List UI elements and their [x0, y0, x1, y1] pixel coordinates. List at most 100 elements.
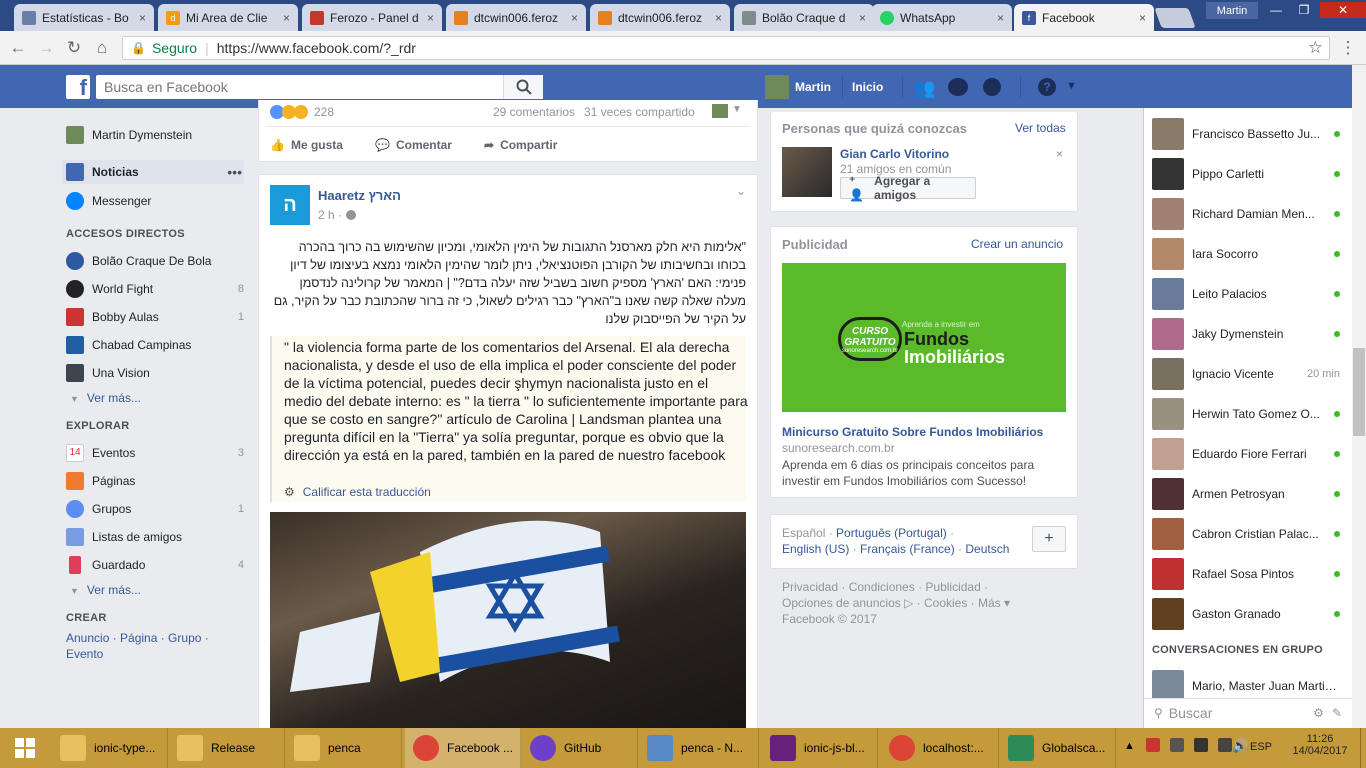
ad-banner-image[interactable]: Aprenda a investir em CURSO GRATUITO sun… — [782, 263, 1066, 412]
facebook-logo-icon[interactable]: f — [66, 75, 90, 99]
chat-contact[interactable]: Cabron Cristian Palac... — [1152, 518, 1340, 550]
close-icon[interactable]: × — [1139, 11, 1146, 25]
browser-profile-name[interactable]: Martin — [1206, 2, 1258, 19]
chevron-down-icon[interactable]: ▼ — [732, 104, 742, 115]
create-ad-link[interactable]: Crear un anuncio — [971, 237, 1063, 251]
browser-tab[interactable]: dtcwin006.feroz × — [446, 4, 586, 31]
comment-button[interactable]: 💬 Comentar — [375, 138, 452, 152]
notifications-globe-icon[interactable] — [983, 78, 1001, 96]
sidebar-shortcut[interactable]: Bobby Aulas 1 — [66, 308, 244, 326]
wifi-icon[interactable] — [1218, 738, 1232, 752]
chat-contact[interactable]: Rafael Sosa Pintos — [1152, 558, 1340, 590]
minimize-icon[interactable]: — — [1262, 2, 1290, 18]
reactions-summary[interactable]: 228 — [270, 105, 334, 119]
taskbar-item[interactable]: GitHub — [522, 728, 638, 768]
browser-tab[interactable]: Estatísticas - Bo × — [14, 4, 154, 31]
sidebar-item-news[interactable]: Noticias ••• — [62, 160, 244, 184]
close-icon[interactable]: × — [283, 11, 290, 25]
chat-contact[interactable]: Eduardo Fiore Ferrari — [1152, 438, 1340, 470]
close-icon[interactable]: × — [427, 11, 434, 25]
haaretz-logo-icon[interactable]: ה — [270, 185, 310, 225]
footer-links[interactable]: Opciones de anuncios ▷ · Cookies · Más ▾ — [782, 596, 1010, 610]
chat-contact[interactable]: Gaston Granado — [1152, 598, 1340, 630]
clock[interactable]: 11:26 14/04/2017 — [1290, 733, 1350, 757]
footer-links[interactable]: Privacidad · Condiciones · Publicidad · — [782, 580, 988, 594]
volume-icon[interactable]: 🔊 — [1232, 738, 1248, 754]
help-icon[interactable]: ? — [1038, 78, 1056, 96]
more-options-icon[interactable]: ••• — [227, 164, 242, 180]
close-icon[interactable]: × — [139, 11, 146, 25]
friend-requests-icon[interactable]: 👥 — [913, 78, 935, 99]
taskbar-item[interactable]: Release — [169, 728, 285, 768]
compose-icon[interactable]: ✎ — [1332, 706, 1342, 720]
language-link[interactable]: English (US) — [782, 542, 849, 556]
chat-contact[interactable]: Richard Damian Men... — [1152, 198, 1340, 230]
battery-icon[interactable] — [1194, 738, 1208, 752]
taskbar-item[interactable]: ionic-js-bl... — [762, 728, 878, 768]
sidebar-item-groups[interactable]: Grupos 1 — [66, 500, 244, 518]
browser-tab[interactable]: Bolão Craque d × — [734, 4, 874, 31]
sidebar-item-friend-lists[interactable]: Listas de amigos — [66, 528, 244, 546]
shares-count[interactable]: 31 veces compartido — [584, 105, 695, 119]
language-link[interactable]: Português (Portugal) — [836, 526, 947, 540]
maximize-icon[interactable]: ❐ — [1290, 2, 1318, 18]
chat-contact[interactable]: Pippo Carletti — [1152, 158, 1340, 190]
language-link[interactable]: Français (France) — [860, 542, 955, 556]
back-arrow-icon[interactable]: ← — [8, 38, 28, 58]
sidebar-item-messenger[interactable]: Messenger — [66, 192, 244, 210]
sidebar-shortcut[interactable]: Bolão Craque De Bola — [66, 252, 244, 270]
tray-app-icon[interactable] — [1170, 738, 1184, 752]
facebook-search-input[interactable]: Busca en Facebook — [96, 75, 543, 99]
sidebar-item-profile[interactable]: Martin Dymenstein — [66, 126, 244, 144]
add-friend-button[interactable]: ⁺👤 Agregar a amigos — [840, 174, 976, 202]
language-indicator[interactable]: ESP — [1250, 741, 1272, 753]
chat-contact[interactable]: Francisco Bassetto Ju... — [1152, 118, 1340, 150]
show-desktop-button[interactable] — [1360, 728, 1366, 768]
sidebar-item-pages[interactable]: Páginas — [66, 472, 244, 490]
ad-headline-link[interactable]: Minicurso Gratuito Sobre Fundos Imobiliá… — [782, 425, 1043, 439]
ad-domain[interactable]: sunoresearch.com.br — [782, 441, 895, 455]
gear-icon[interactable]: ⚙ — [1313, 706, 1324, 720]
window-close-icon[interactable]: ✕ — [1320, 2, 1366, 18]
new-tab-button[interactable] — [1154, 8, 1196, 28]
windows-start-icon[interactable] — [0, 728, 50, 768]
post-options-chevron-down-icon[interactable]: ⌄ — [736, 184, 746, 198]
browser-tab-active[interactable]: f Facebook × — [1014, 4, 1154, 31]
taskbar-item-active[interactable]: Facebook ... — [405, 728, 521, 768]
like-button[interactable]: 👍 Me gusta — [270, 138, 343, 152]
sidebar-item-events[interactable]: 14 Eventos 3 — [66, 444, 244, 462]
suggested-friend-name[interactable]: Gian Carlo Vitorino — [840, 147, 949, 161]
header-profile-link[interactable]: Martin — [795, 80, 831, 94]
comments-count[interactable]: 29 comentarios — [493, 105, 575, 119]
close-icon[interactable]: × — [571, 11, 578, 25]
see-more-explore-link[interactable]: ▼ Ver más... — [70, 583, 141, 597]
browser-tab[interactable]: Ferozo - Panel d × — [302, 4, 442, 31]
share-button[interactable]: ➦ Compartir — [484, 138, 557, 152]
taskbar-item[interactable]: penca - N... — [639, 728, 759, 768]
sidebar-shortcut[interactable]: Una Vision — [66, 364, 244, 382]
chat-contact[interactable]: Iara Socorro — [1152, 238, 1340, 270]
chat-contact[interactable]: Armen Petrosyan — [1152, 478, 1340, 510]
browser-tab[interactable]: d Mi Area de Clie × — [158, 4, 298, 31]
ad-description[interactable]: Aprenda em 6 dias os principais conceito… — [782, 457, 1062, 489]
browser-tab[interactable]: dtcwin006.feroz × — [590, 4, 730, 31]
create-event-link[interactable]: Evento — [66, 647, 103, 661]
forward-arrow-icon[interactable]: → — [36, 38, 56, 58]
tray-app-icon[interactable] — [1146, 738, 1160, 752]
chat-contact[interactable]: Jaky Dymenstein — [1152, 318, 1340, 350]
taskbar-item[interactable]: ionic-type... — [52, 728, 168, 768]
add-language-button[interactable]: + — [1032, 526, 1066, 552]
tray-chevron-up-icon[interactable]: ▲ — [1124, 740, 1135, 752]
search-icon[interactable] — [503, 75, 543, 99]
chat-contact[interactable]: Ignacio Vicente 20 min — [1152, 358, 1340, 390]
url-bar[interactable]: 🔒 Seguro | https://www.facebook.com/?_rd… — [122, 36, 1330, 60]
home-icon[interactable]: ⌂ — [92, 38, 112, 58]
post-image[interactable] — [270, 512, 746, 728]
taskbar-item[interactable]: penca — [286, 728, 402, 768]
close-icon[interactable]: × — [715, 11, 722, 25]
avatar[interactable] — [765, 75, 789, 99]
messenger-icon[interactable] — [948, 78, 968, 96]
see-all-link[interactable]: Ver todas — [1015, 121, 1066, 135]
chat-contact[interactable]: Herwin Tato Gomez O... — [1152, 398, 1340, 430]
taskbar-item[interactable]: Globalsca... — [1000, 728, 1116, 768]
